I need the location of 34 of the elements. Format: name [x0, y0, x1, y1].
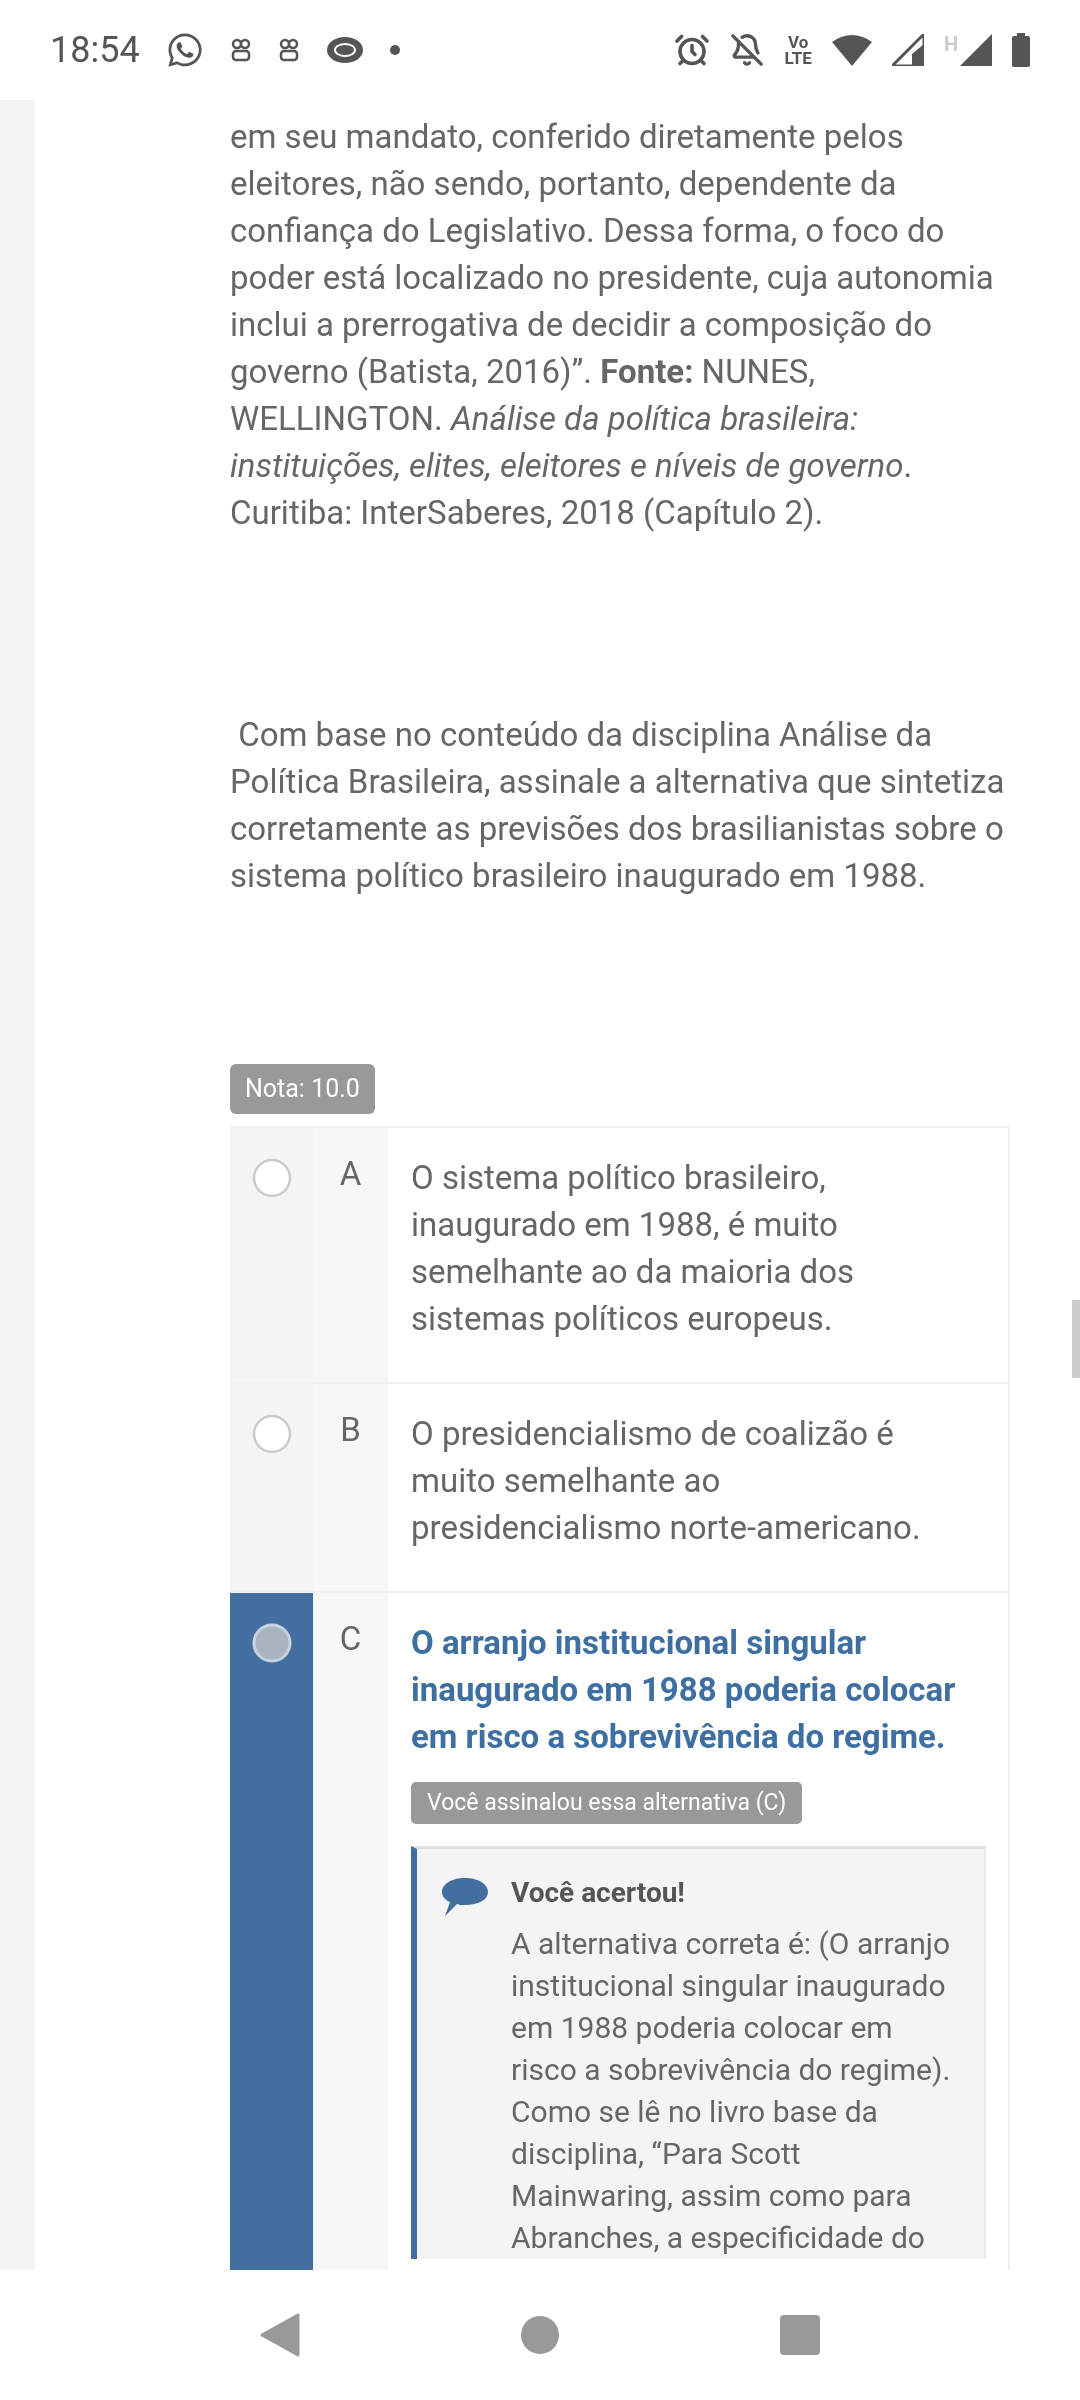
- battery-icon: [1012, 33, 1030, 67]
- clock-time: 18:54: [50, 28, 140, 73]
- scrollbar-thumb[interactable]: [1072, 1300, 1080, 1378]
- chat-app-icon: [165, 31, 204, 69]
- question-text: Com base no conteúdo da disciplina Análise da Política Brasileira, assinale a alternativa que sintetiza corretamente as previsões dos brasilianistas sobre o sistema político brasileiro inaugurado em 1988.: [230, 714, 1006, 897]
- store-logo-icon: [325, 36, 364, 64]
- app-notification-icon: [277, 38, 300, 62]
- feedback-text: A alternativa correta é: (O arranjo institucional singular inaugurado em 1988 poderia colocar em risco a sobrevivência do regime). Como se lê no livro base da disciplina, “Para Scott Mainwaring, assim como para Abranches, a especificidade do: [511, 1925, 952, 2257]
- radio-button[interactable]: [251, 1622, 292, 1663]
- signal-icon: [960, 34, 992, 66]
- option-text[interactable]: O sistema político brasileiro, inaugurado em 1988, é muito semelhante ao da maioria dos sistemas políticos europeus.: [411, 1153, 961, 1342]
- home-icon[interactable]: [521, 2316, 559, 2354]
- volte-label: Vo: [788, 34, 809, 50]
- volte-label: LTE: [784, 50, 812, 66]
- option-text[interactable]: O presidencialismo de coalizão é muito semelhante ao presidencialismo norte-americano.: [411, 1409, 961, 1551]
- speech-bubble-icon: [441, 1877, 489, 1917]
- option-letter: B: [340, 1409, 361, 1451]
- recents-icon[interactable]: [779, 2315, 820, 2355]
- alarm-icon: [674, 32, 711, 68]
- app-notification-icon: [229, 38, 252, 62]
- radio-button[interactable]: [251, 1413, 292, 1454]
- signal-icon: [891, 34, 924, 66]
- back-icon[interactable]: [260, 2313, 301, 2357]
- option-text[interactable]: O arranjo institucional singular inaugurado em 1988 poderia colocar em risco a sobrevivência do regime.: [411, 1618, 961, 1760]
- wifi-icon: [831, 34, 872, 66]
- option-letter: C: [339, 1618, 362, 1660]
- passage-text: em seu mandato, conferido diretamente pelos eleitores, não sendo, portanto, dependente da confiança do Legislativo. Dessa forma, o foco do poder está localizado no presidente, cuja autonomia inclui a prerrogativa de decidir a composição do governo (Batista, 2016)”. Fonte: NUNES, WELLINGTON. Análise da política brasileira: instituições, elites, eleitores e níveis de governo. Curitiba: InterSaberes, 2018 (Capítulo 2).: [230, 116, 995, 534]
- grade-badge: Nota: 10.0: [230, 1064, 375, 1114]
- radio-button[interactable]: [251, 1157, 292, 1198]
- selection-note: Você assinalou essa alternativa (C): [411, 1781, 803, 1824]
- option-letter: A: [339, 1153, 362, 1195]
- feedback-title: Você acertou!: [511, 1875, 686, 1911]
- dot-icon: [389, 45, 400, 55]
- bell-off-icon: [730, 33, 765, 67]
